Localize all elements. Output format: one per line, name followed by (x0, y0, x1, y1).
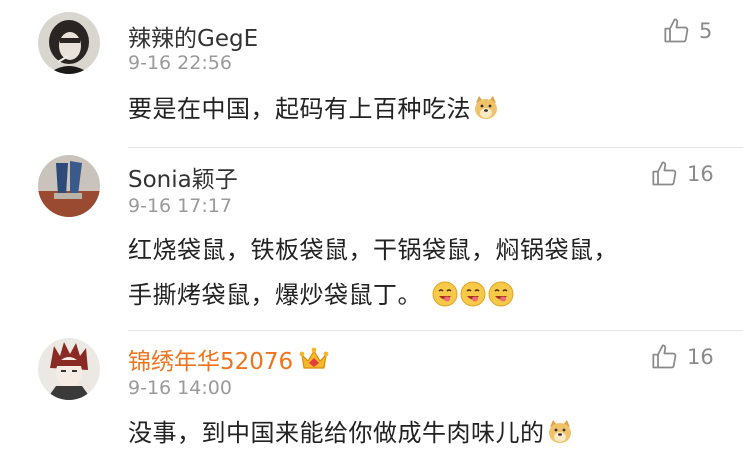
comment-text-line-2: 手撕烤袋鼠，爆炒袋鼠丁。 (128, 275, 514, 310)
timestamp: 9-16 17:17 (128, 195, 232, 217)
drool-emoji-icon (460, 281, 486, 307)
thumbs-up-icon (652, 161, 677, 186)
like-button[interactable]: 16 (651, 160, 714, 188)
comment-text: 要是在中国，起码有上百种吃法 (128, 89, 499, 124)
drool-emoji-icon (432, 281, 458, 307)
like-count: 5 (699, 19, 713, 43)
comment-text-line-1: 红烧袋鼠，铁板袋鼠，干锅袋鼠，焖锅袋鼠， (128, 236, 618, 264)
crown-icon (299, 347, 329, 369)
thumbs-up-icon (664, 18, 689, 43)
user-avatar[interactable] (38, 338, 100, 400)
user-avatar[interactable] (38, 155, 100, 217)
user-avatar[interactable] (38, 12, 100, 74)
like-count: 16 (687, 162, 714, 186)
anime-boy-avatar-icon (38, 338, 100, 400)
doge-emoji-icon (548, 420, 571, 443)
comment-line: 没事，到中国来能给你做成牛肉味儿的 (128, 419, 545, 447)
username[interactable]: Sonia颖子 (128, 160, 238, 194)
comment-text: 没事，到中国来能给你做成牛肉味儿的 (128, 413, 573, 448)
woman-smoking-avatar-icon (38, 12, 100, 74)
like-button[interactable]: 16 (651, 343, 714, 371)
legs-in-jeans-avatar-icon (38, 155, 100, 217)
comment-line: 要是在中国，起码有上百种吃法 (128, 95, 471, 123)
comment-line: 手撕烤袋鼠，爆炒袋鼠丁。 (128, 281, 422, 309)
divider (128, 330, 743, 331)
timestamp: 9-16 22:56 (128, 52, 232, 74)
doge-emoji-icon (475, 96, 497, 119)
timestamp: 9-16 14:00 (128, 377, 232, 399)
username[interactable]: 锦绣年华52076 (128, 342, 329, 376)
like-count: 16 (687, 345, 714, 369)
drool-emoji-icon (488, 281, 514, 307)
username[interactable]: 辣辣的GegE (128, 19, 258, 53)
username-text: 锦绣年华52076 (128, 349, 294, 375)
thumbs-up-icon (652, 344, 677, 369)
divider (128, 147, 743, 148)
like-button[interactable]: 5 (663, 17, 712, 45)
